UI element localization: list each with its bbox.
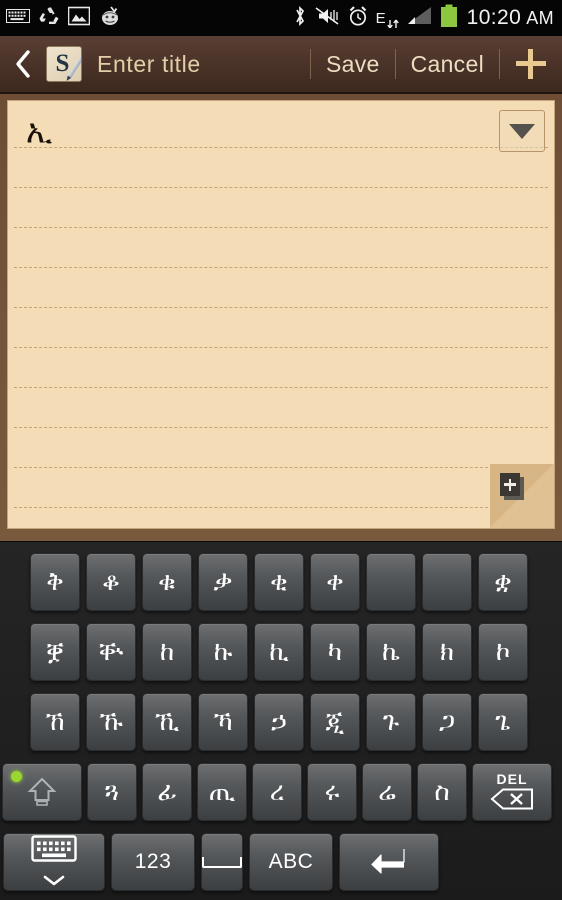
return-arrow-icon: [370, 845, 408, 879]
sync-icon: [39, 7, 59, 30]
keyboard-row-1: ቅ ቆ ቁ ቃ ቂ ቀ ቎ ቉ ቋ: [0, 553, 562, 611]
back-button[interactable]: [0, 35, 46, 93]
clock-time: 10:20: [467, 6, 522, 29]
keyboard-row-2: ቛ ቝ ከ ኩ ኪ ካ ኬ ክ ኮ: [0, 623, 562, 681]
key-eth-ru[interactable]: ሩ: [307, 763, 357, 821]
key-eth-se[interactable]: ስ: [417, 763, 467, 821]
key-eth-qhwa[interactable]: ቋ: [478, 553, 528, 611]
plus-icon: [516, 49, 546, 79]
key-eth-ka[interactable]: ከ: [142, 623, 192, 681]
enter-key[interactable]: [339, 833, 439, 891]
amharic-keyboard: ቅ ቆ ቁ ቃ ቂ ቀ ቎ ቉ ቋ ቛ ቝ ከ ኩ ኪ ካ ኬ ክ ኮ ኸ ኹ …: [0, 541, 562, 900]
chevron-down-icon: [509, 124, 535, 139]
status-bar-right-icons: E 10:20 AM: [293, 4, 562, 33]
key-eth-gwu[interactable]: ጓ: [87, 763, 137, 821]
key-eth-kxu[interactable]: ኹ: [86, 693, 136, 751]
key-eth-qhu[interactable]: ቉: [422, 553, 472, 611]
key-eth-kee[interactable]: ኬ: [366, 623, 416, 681]
key-eth-gee[interactable]: ጌ: [478, 693, 528, 751]
delete-key-inner: DEL: [490, 771, 534, 814]
network-type-label: E: [376, 11, 386, 26]
key-eth-kxaa[interactable]: ኻ: [198, 693, 248, 751]
alarm-clock-icon: [347, 5, 369, 32]
hide-keyboard-key[interactable]: [3, 833, 105, 891]
key-eth-go[interactable]: ጂ: [310, 693, 360, 751]
key-eth-qho[interactable]: ቎: [366, 553, 416, 611]
battery-icon: [440, 4, 458, 33]
add-button[interactable]: [500, 35, 562, 93]
smemo-icon: S: [46, 46, 82, 82]
chevron-left-icon: [14, 49, 32, 79]
note-text-content: ኢ: [26, 115, 52, 147]
cancel-button[interactable]: Cancel: [396, 35, 499, 93]
key-eth-ree[interactable]: ሬ: [362, 763, 412, 821]
key-eth-qwa[interactable]: ቃ: [198, 553, 248, 611]
key-eth-ko[interactable]: ኮ: [478, 623, 528, 681]
smemo-icon-letter: S: [56, 51, 70, 76]
key-eth-qi[interactable]: ቂ: [254, 553, 304, 611]
space-bar-icon: [202, 857, 242, 868]
delete-key[interactable]: DEL: [472, 763, 552, 821]
add-page-icon: [500, 473, 524, 500]
key-eth-kxa[interactable]: ኸ: [30, 693, 80, 751]
app-title-bar: S Enter title Save Cancel: [0, 36, 562, 94]
key-eth-hwa[interactable]: ኃ: [254, 693, 304, 751]
yahoo-mail-icon: [99, 6, 121, 31]
bluetooth-icon: [293, 5, 307, 32]
add-page-corner[interactable]: [490, 464, 554, 528]
note-frame: ኢ: [0, 94, 562, 541]
key-eth-qe[interactable]: ቅ: [30, 553, 80, 611]
key-eth-ku[interactable]: ኩ: [198, 623, 248, 681]
status-bar: E 10:20 AM: [0, 0, 562, 36]
key-eth-tswa[interactable]: ጢ: [197, 763, 247, 821]
key-eth-qwee[interactable]: ቝ: [86, 623, 136, 681]
page-sheet-front: [500, 473, 520, 496]
save-button[interactable]: Save: [311, 35, 395, 93]
space-key[interactable]: [201, 833, 243, 891]
shift-led-indicator: [11, 771, 22, 782]
note-options-dropdown-button[interactable]: [499, 110, 545, 152]
status-bar-left-icons: [0, 6, 121, 31]
screenshot-image-icon: [68, 6, 90, 31]
key-eth-qu[interactable]: ቁ: [142, 553, 192, 611]
title-input[interactable]: Enter title: [82, 51, 201, 78]
note-canvas[interactable]: ኢ: [7, 100, 555, 529]
key-eth-fwa[interactable]: ፊ: [142, 763, 192, 821]
shift-arrow-icon: [25, 775, 59, 809]
key-eth-ra[interactable]: ረ: [252, 763, 302, 821]
key-eth-ki[interactable]: ኪ: [254, 623, 304, 681]
alpha-mode-key[interactable]: ABC: [249, 833, 333, 891]
title-bar-actions: Save Cancel: [310, 35, 562, 93]
edge-data-icon: E: [376, 8, 400, 28]
key-eth-ke[interactable]: ክ: [422, 623, 472, 681]
clock-ampm: AM: [526, 8, 554, 28]
numeric-mode-key[interactable]: 123: [111, 833, 195, 891]
key-eth-qwaa[interactable]: ቛ: [30, 623, 80, 681]
data-arrows-icon: [387, 8, 400, 28]
shift-key[interactable]: [2, 763, 82, 821]
keyboard-row-3: ኸ ኹ ኺ ኻ ኃ ጂ ጉ ጋ ጌ: [0, 693, 562, 751]
backspace-icon: [490, 788, 534, 814]
keyboard-row-4: ጓ ፊ ጢ ረ ሩ ሬ ስ DEL: [0, 763, 562, 821]
keyboard-down-icon: [31, 835, 77, 869]
key-eth-qa[interactable]: ቀ: [310, 553, 360, 611]
signal-bars-icon: [407, 6, 433, 31]
keyboard-row-5: 123 ABC: [0, 833, 562, 891]
keyboard-icon: [6, 8, 30, 29]
key-eth-gu[interactable]: ጉ: [366, 693, 416, 751]
key-eth-kaa[interactable]: ካ: [310, 623, 360, 681]
delete-key-label: DEL: [497, 771, 528, 787]
key-eth-gwa[interactable]: ጋ: [422, 693, 472, 751]
chevron-down-icon: [43, 871, 65, 890]
key-eth-kxi[interactable]: ኺ: [142, 693, 192, 751]
key-eth-qo[interactable]: ቆ: [86, 553, 136, 611]
phone-screen: E 10:20 AM S Enter title Save Cancel ኢ ቅ…: [0, 0, 562, 900]
status-bar-clock: 10:20 AM: [465, 6, 554, 30]
vibrate-mute-icon: [314, 6, 340, 31]
